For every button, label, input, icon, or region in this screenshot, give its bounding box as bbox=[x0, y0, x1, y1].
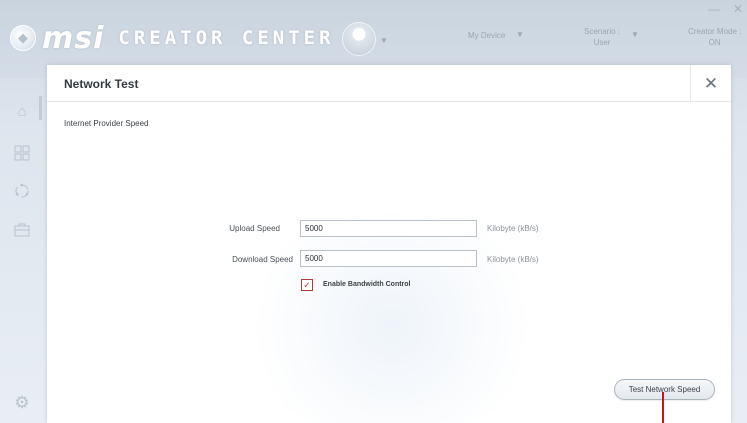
gear-icon[interactable]: ⚙ bbox=[12, 393, 32, 413]
avatar-chevron-down-icon[interactable]: ▼ bbox=[380, 36, 388, 45]
home-icon[interactable]: ⌂ bbox=[13, 102, 31, 120]
sidebar-active-indicator bbox=[39, 96, 42, 120]
download-speed-label: Download Speed bbox=[232, 255, 293, 264]
background-watermark bbox=[227, 215, 557, 423]
dialog-close-button[interactable]: ✕ bbox=[690, 65, 731, 102]
app-logo: ◆ msi CREATOR CENTER bbox=[10, 18, 335, 58]
minimize-button[interactable]: — bbox=[708, 2, 720, 16]
test-network-speed-button[interactable]: Test Network Speed bbox=[614, 379, 715, 400]
test-network-speed-label: Test Network Speed bbox=[628, 385, 701, 394]
brand-title: CREATOR CENTER bbox=[118, 27, 335, 49]
refresh-icon-svg bbox=[15, 183, 29, 198]
upload-speed-label: Upload Speed bbox=[229, 224, 280, 233]
app-window: ◆ msi CREATOR CENTER ▼ My Device ▼ Scena… bbox=[0, 0, 747, 423]
toolbox-icon[interactable] bbox=[13, 221, 31, 239]
creator-mode-label: Creator Mode : bbox=[688, 27, 742, 36]
close-icon: ✕ bbox=[703, 73, 719, 93]
download-speed-unit: Kilobyte (kB/s) bbox=[487, 255, 539, 264]
grid-icon-svg bbox=[14, 145, 30, 161]
my-device-selector[interactable]: My Device bbox=[468, 30, 505, 41]
logo-msi-text: msi bbox=[42, 20, 105, 56]
bandwidth-control-label: Enable Bandwidth Control bbox=[323, 281, 411, 288]
download-speed-input[interactable] bbox=[300, 250, 477, 267]
scenario-value: User bbox=[593, 38, 611, 47]
grid-icon[interactable] bbox=[13, 144, 31, 162]
toolbox-icon-svg bbox=[14, 223, 30, 237]
dialog-title: Network Test bbox=[64, 77, 139, 91]
scenario-chevron-down-icon[interactable]: ▼ bbox=[631, 30, 639, 39]
upload-speed-unit: Kilobyte (kB/s) bbox=[487, 224, 539, 233]
bandwidth-control-checkbox[interactable]: ✓ bbox=[301, 279, 313, 291]
dialog-header: Network Test ✕ bbox=[47, 65, 731, 102]
user-avatar[interactable] bbox=[342, 22, 376, 56]
refresh-icon[interactable] bbox=[13, 182, 31, 200]
section-label: Internet Provider Speed bbox=[64, 119, 149, 128]
dragon-shield-icon: ◆ bbox=[10, 25, 36, 51]
network-test-dialog: Network Test ✕ Internet Provider Speed U… bbox=[47, 65, 731, 423]
pointer-marker-line bbox=[662, 392, 664, 423]
window-close-button[interactable]: ✕ bbox=[733, 2, 743, 16]
my-device-label: My Device bbox=[468, 31, 506, 40]
scenario-label: Scenario : bbox=[584, 27, 621, 36]
upload-speed-input[interactable] bbox=[300, 220, 477, 237]
scenario-selector[interactable]: Scenario : User bbox=[584, 26, 620, 48]
checkmark-icon: ✓ bbox=[303, 279, 311, 290]
my-device-chevron-down-icon[interactable]: ▼ bbox=[516, 30, 524, 39]
creator-mode-status[interactable]: Creator Mode : ON bbox=[688, 26, 741, 48]
creator-mode-value: ON bbox=[708, 38, 721, 47]
